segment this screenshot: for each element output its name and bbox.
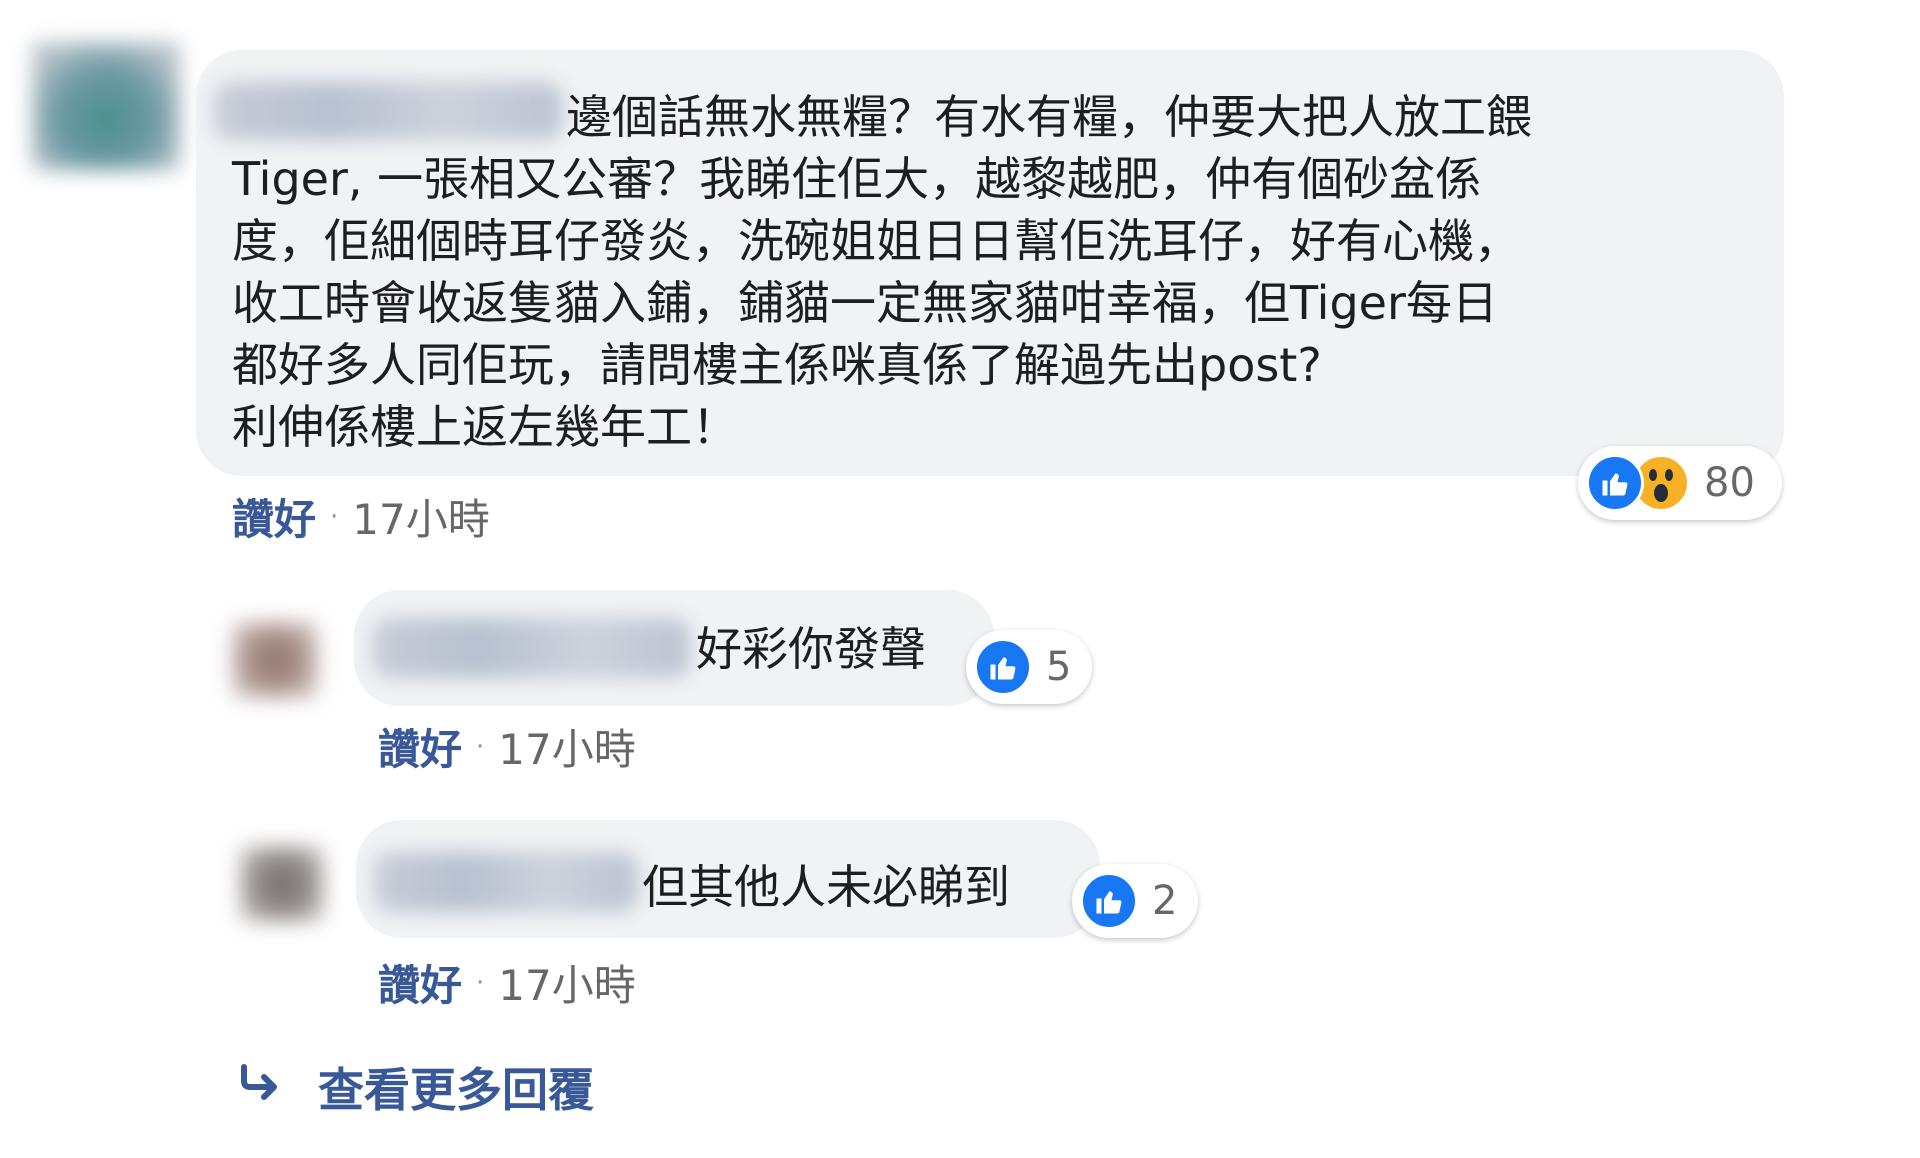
reply-text: 好彩你發聲 [696, 622, 926, 676]
like-icon [1586, 454, 1644, 512]
view-more-replies-label: 查看更多回覆 [318, 1063, 594, 1117]
reply-reactions[interactable]: 5 [966, 630, 1092, 704]
reply-avatar[interactable] [232, 622, 318, 698]
comment-text: 邊個話無水無糧？有水有糧，仲要大把人放工餵 Tiger, 一張相又公審？我睇住佢… [232, 90, 1532, 454]
reaction-count: 2 [1152, 878, 1178, 924]
timestamp[interactable]: 17小時 [498, 716, 635, 777]
commenter-avatar[interactable] [32, 42, 180, 170]
reply-avatar[interactable] [240, 846, 324, 922]
reply-arrow-icon [238, 1060, 282, 1114]
like-button[interactable]: 讚好 [378, 716, 462, 777]
reply-author-name[interactable] [372, 618, 690, 678]
meta-separator: · [476, 967, 485, 998]
timestamp[interactable]: 17小時 [498, 952, 635, 1013]
reply-author-name[interactable] [374, 852, 638, 912]
reaction-count: 80 [1704, 460, 1755, 506]
reply-meta: 讚好 · 17小時 [378, 716, 636, 777]
reply-text: 但其他人未必睇到 [642, 860, 1010, 914]
reply-meta: 讚好 · 17小時 [378, 952, 636, 1013]
comment-meta: 讚好 · 17小時 [232, 486, 490, 547]
comment-thread: 邊個話無水無糧？有水有糧，仲要大把人放工餵 Tiger, 一張相又公審？我睇住佢… [0, 0, 1920, 1158]
meta-separator: · [476, 731, 485, 762]
reply-reactions[interactable]: 2 [1072, 864, 1198, 938]
reaction-count: 5 [1046, 644, 1072, 690]
timestamp[interactable]: 17小時 [352, 486, 489, 547]
like-button[interactable]: 讚好 [378, 952, 462, 1013]
view-more-replies-link[interactable]: 查看更多回覆 [238, 1054, 594, 1120]
like-icon [1080, 872, 1138, 930]
like-icon [974, 638, 1032, 696]
like-button[interactable]: 讚好 [232, 486, 316, 547]
comment-reactions[interactable]: 80 [1578, 446, 1782, 520]
meta-separator: · [330, 501, 339, 532]
